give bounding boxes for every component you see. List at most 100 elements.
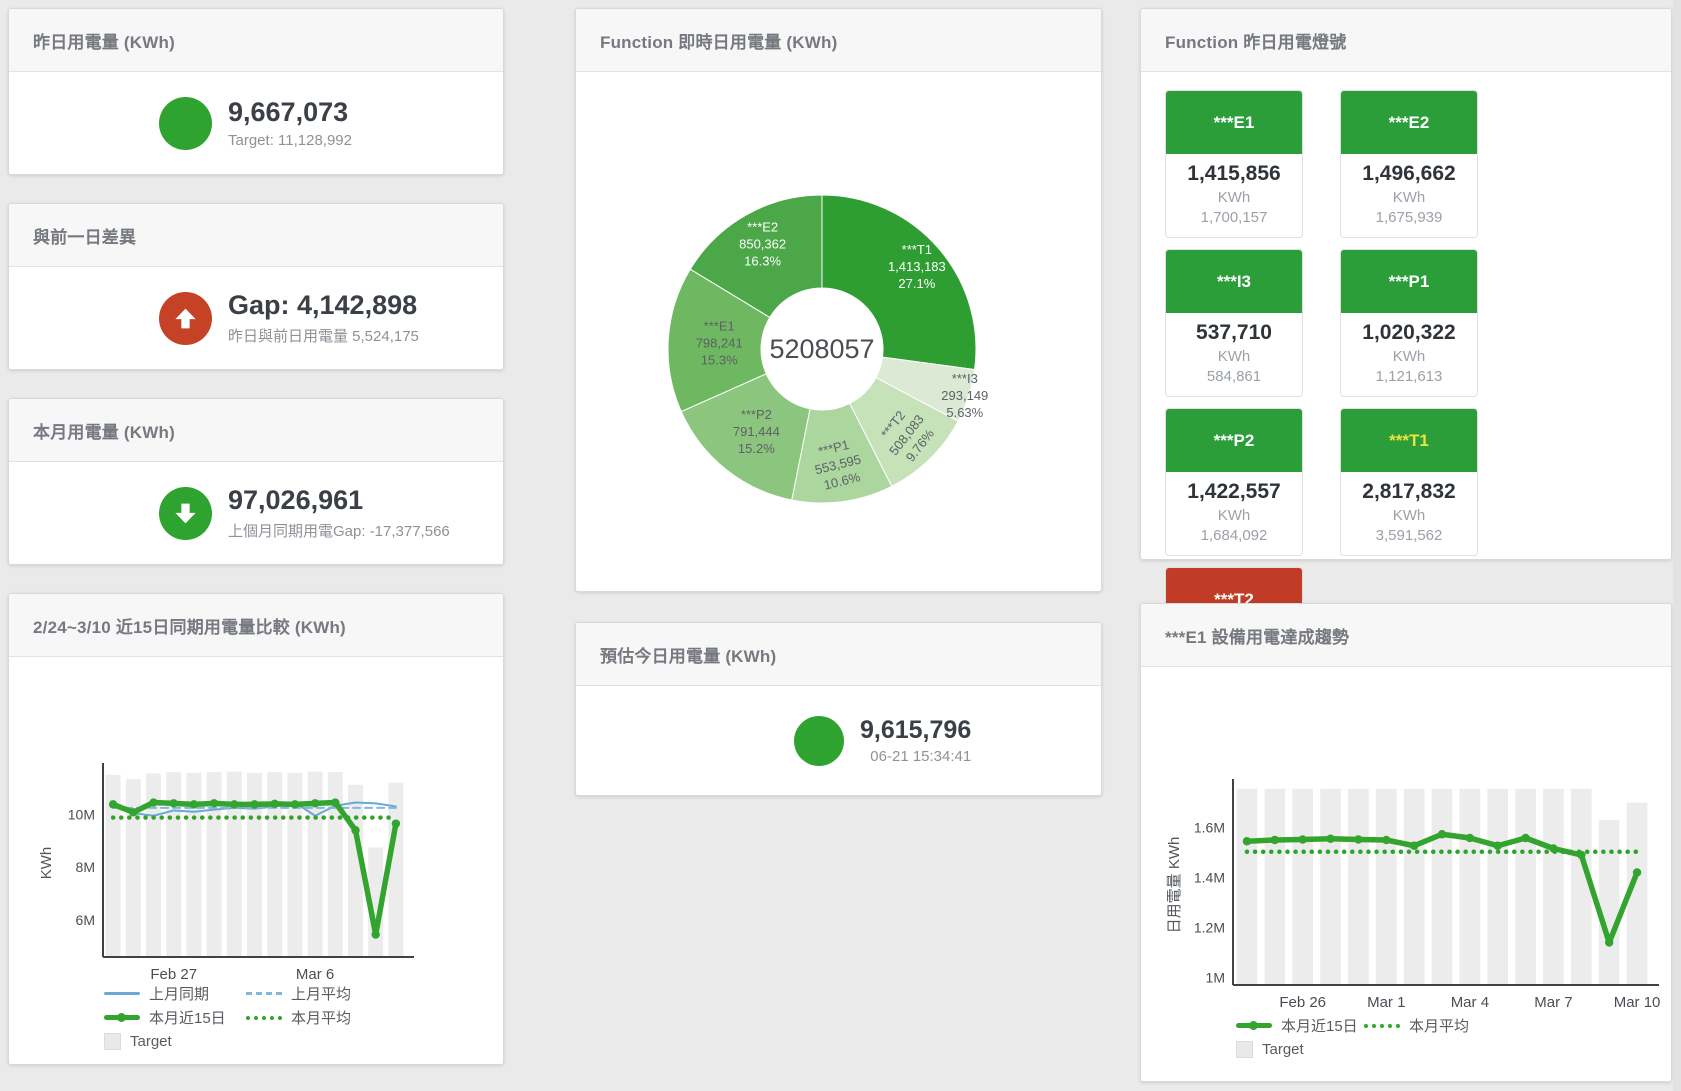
series-point[interactable]	[392, 819, 400, 827]
series-point[interactable]	[351, 826, 359, 834]
lamp-tile-unit: KWh	[1166, 348, 1302, 365]
series-point[interactable]	[1326, 835, 1334, 843]
panel-header[interactable]: 2/24~3/10 近15日同期用電量比較 (KWh)	[9, 594, 503, 657]
lamp-tile-target: 1,675,939	[1341, 209, 1477, 226]
legend-item[interactable]: 上月同期	[104, 983, 246, 1004]
legend-item[interactable]: Target	[1236, 1039, 1364, 1060]
panel-header[interactable]: ***E1 設備用電達成趨勢	[1141, 604, 1671, 667]
series-point[interactable]	[149, 798, 157, 806]
panel-header[interactable]: Function 即時日用電量 (KWh)	[576, 9, 1101, 72]
lamp-tile-body: 1,422,557KWh1,684,092	[1166, 472, 1302, 552]
series-point[interactable]	[1605, 938, 1613, 946]
target-bar	[388, 783, 403, 957]
legend-swatch-dotted-icon	[246, 1016, 282, 1020]
panel-compare-15d-chart: 2/24~3/10 近15日同期用電量比較 (KWh) 6M8M10MFeb 2…	[8, 593, 504, 1065]
legend-row: 上月同期上月平均	[104, 983, 388, 1004]
compare-15d-chart: 6M8M10MFeb 27Mar 6KWh	[9, 657, 501, 987]
series-point[interactable]	[230, 800, 238, 808]
lamp-tile-body: 537,710KWh584,861	[1166, 313, 1302, 393]
series-point[interactable]	[1521, 834, 1529, 842]
panel-header[interactable]: 本月用電量 (KWh)	[9, 399, 503, 462]
stat-subtitle: 昨日與前日用電量 5,524,175	[228, 325, 419, 346]
series-point[interactable]	[1382, 836, 1390, 844]
legend-label: Target	[130, 1033, 172, 1050]
legend-label: 本月近15日	[1281, 1015, 1358, 1036]
arrow-up-icon	[159, 292, 212, 345]
arrow-down-icon	[159, 487, 212, 540]
series-point[interactable]	[109, 800, 117, 808]
lamp-tile-I3[interactable]: ***I3537,710KWh584,861	[1165, 249, 1303, 397]
lamp-tile-body: 1,496,662KWh1,675,939	[1341, 154, 1477, 234]
series-point[interactable]	[1438, 830, 1446, 838]
page-scrollbar[interactable]	[1673, 0, 1681, 1091]
panel-title: 2/24~3/10 近15日同期用電量比較 (KWh)	[33, 613, 346, 638]
series-point[interactable]	[1243, 837, 1251, 845]
series-point[interactable]	[1298, 835, 1306, 843]
series-point[interactable]	[129, 808, 137, 816]
series-point[interactable]	[1354, 835, 1362, 843]
lamp-tile-E2[interactable]: ***E21,496,662KWh1,675,939	[1340, 90, 1478, 238]
series-point[interactable]	[331, 798, 339, 806]
target-bar	[1376, 789, 1397, 985]
panel-header[interactable]: 與前一日差異	[9, 204, 503, 267]
lamp-tile-T1[interactable]: ***T12,817,832KWh3,591,562	[1340, 408, 1478, 556]
target-bar	[1237, 789, 1258, 985]
lamp-tile-target: 3,591,562	[1341, 527, 1477, 544]
series-point[interactable]	[170, 799, 178, 807]
y-tick-label: 1.6M	[1194, 820, 1225, 836]
lamp-tile-E1[interactable]: ***E11,415,856KWh1,700,157	[1165, 90, 1303, 238]
target-bar	[1543, 789, 1564, 985]
x-tick-label: Mar 4	[1451, 994, 1489, 1011]
lamp-tile-unit: KWh	[1166, 507, 1302, 524]
x-tick-label: Mar 10	[1614, 994, 1661, 1011]
panel-e1-trend-chart: ***E1 設備用電達成趨勢 1M1.2M1.4M1.6MFeb 26Mar 1…	[1140, 603, 1672, 1082]
target-bar	[1432, 789, 1453, 985]
stat-subtitle: 06-21 15:34:41	[860, 748, 971, 765]
panel-title: Function 即時日用電量 (KWh)	[600, 28, 837, 53]
series-point[interactable]	[210, 799, 218, 807]
target-bar	[1571, 789, 1592, 985]
panel-header[interactable]: Function 昨日用電燈號	[1141, 9, 1671, 72]
legend-row: Target	[1236, 1039, 1492, 1060]
legend-item[interactable]: 本月近15日	[1236, 1015, 1364, 1036]
lamp-tile-P2[interactable]: ***P21,422,557KWh1,684,092	[1165, 408, 1303, 556]
series-point[interactable]	[190, 800, 198, 808]
panel-header[interactable]: 昨日用電量 (KWh)	[9, 9, 503, 72]
legend-item[interactable]: Target	[104, 1031, 246, 1052]
series-point[interactable]	[1494, 842, 1502, 850]
stat-value: 9,667,073	[228, 97, 352, 128]
stat-value: 9,615,796	[860, 716, 971, 745]
panel-day-gap: 與前一日差異 Gap: 4,142,898 昨日與前日用電量 5,524,175	[8, 203, 504, 370]
target-bar	[126, 779, 141, 957]
panel-title: Function 昨日用電燈號	[1165, 28, 1346, 53]
series-point[interactable]	[311, 799, 319, 807]
panel-lamp-status: Function 昨日用電燈號 ***E11,415,856KWh1,700,1…	[1140, 8, 1672, 560]
series-point[interactable]	[271, 800, 279, 808]
legend-item[interactable]: 上月平均	[246, 983, 388, 1004]
lamp-tile-unit: KWh	[1341, 189, 1477, 206]
legend-swatch-thick-icon	[104, 1015, 140, 1020]
lamp-tile-P1[interactable]: ***P11,020,322KWh1,121,613	[1340, 249, 1478, 397]
lamp-tile-target: 1,700,157	[1166, 209, 1302, 226]
panel-header[interactable]: 預估今日用電量 (KWh)	[576, 623, 1101, 686]
series-point[interactable]	[250, 800, 258, 808]
stat-subtitle: Target: 11,128,992	[228, 132, 352, 149]
legend-swatch-dotted-icon	[1364, 1024, 1400, 1028]
legend-item[interactable]: 本月近15日	[104, 1007, 246, 1028]
chart-legend: 本月近15日本月平均Target	[1236, 1015, 1492, 1060]
legend-item[interactable]: 本月平均	[246, 1007, 388, 1028]
series-point[interactable]	[1466, 834, 1474, 842]
series-point[interactable]	[1271, 836, 1279, 844]
legend-item[interactable]: 本月平均	[1364, 1015, 1492, 1036]
stat-text: Gap: 4,142,898 昨日與前日用電量 5,524,175	[228, 290, 419, 345]
y-axis-title: KWh	[38, 847, 55, 880]
series-point[interactable]	[291, 800, 299, 808]
series-point[interactable]	[1410, 842, 1418, 850]
legend-row: 本月近15日本月平均	[104, 1007, 388, 1028]
series-point[interactable]	[1633, 868, 1641, 876]
stat-text: 9,615,796 06-21 15:34:41	[860, 716, 971, 765]
x-tick-label: Feb 26	[1279, 994, 1326, 1011]
series-point[interactable]	[372, 930, 380, 938]
stat-text: 9,667,073 Target: 11,128,992	[228, 97, 352, 148]
lamp-tile-header: ***T1	[1341, 409, 1477, 472]
